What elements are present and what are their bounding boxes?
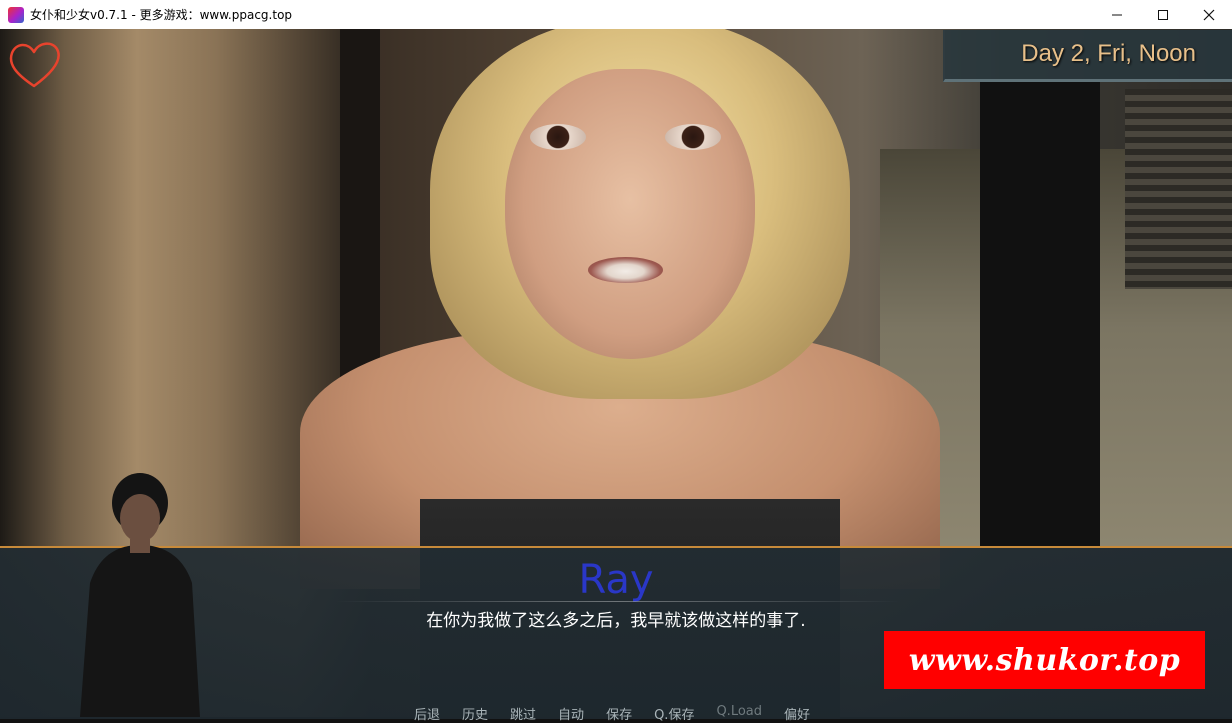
app-icon: [8, 6, 24, 23]
date-time-label: Day 2, Fri, Noon: [1021, 40, 1196, 67]
character-mouth: [588, 257, 663, 283]
quick-menu-skip[interactable]: 跳过: [510, 704, 536, 723]
date-time-panel: Day 2, Fri, Noon: [943, 30, 1232, 82]
quick-menu: 后退 历史 跳过 自动 保存 Q.保存 Q.Load 偏好: [414, 704, 832, 723]
window-controls: [1094, 0, 1232, 29]
quick-menu-save[interactable]: 保存: [606, 704, 632, 723]
dialogue-text: 在你为我做了这么多之后，我早就该做这样的事了.: [426, 611, 806, 631]
quick-menu-quick-load[interactable]: Q.Load: [716, 704, 762, 723]
minimize-icon: [1112, 14, 1122, 15]
maximize-button[interactable]: [1140, 0, 1186, 29]
heart-outline-icon[interactable]: [6, 36, 62, 92]
close-icon: [1203, 9, 1215, 20]
watermark-text: www.shukor.top: [908, 642, 1181, 678]
quick-menu-auto[interactable]: 自动: [558, 704, 584, 723]
background-door: [980, 79, 1100, 547]
speaker-name: Ray: [578, 557, 654, 603]
character-left-eye: [530, 124, 586, 150]
background-blinds: [1125, 89, 1232, 289]
maximize-icon: [1158, 9, 1168, 20]
quick-menu-quick-save[interactable]: Q.保存: [654, 704, 694, 723]
character-right-eye: [665, 124, 721, 150]
quick-menu-back[interactable]: 后退: [414, 704, 440, 723]
window-title-bar: 女仆和少女v0.7.1 - 更多游戏：www.ppacg.top: [0, 0, 1232, 30]
minimize-button[interactable]: [1094, 0, 1140, 29]
quick-menu-history[interactable]: 历史: [462, 704, 488, 723]
window-title: 女仆和少女v0.7.1 - 更多游戏：www.ppacg.top: [30, 8, 293, 22]
watermark-banner: www.shukor.top: [884, 631, 1205, 689]
quick-menu-preferences[interactable]: 偏好: [784, 704, 810, 723]
close-button[interactable]: [1186, 0, 1232, 29]
name-divider: [335, 601, 900, 602]
character-face: [505, 69, 755, 359]
